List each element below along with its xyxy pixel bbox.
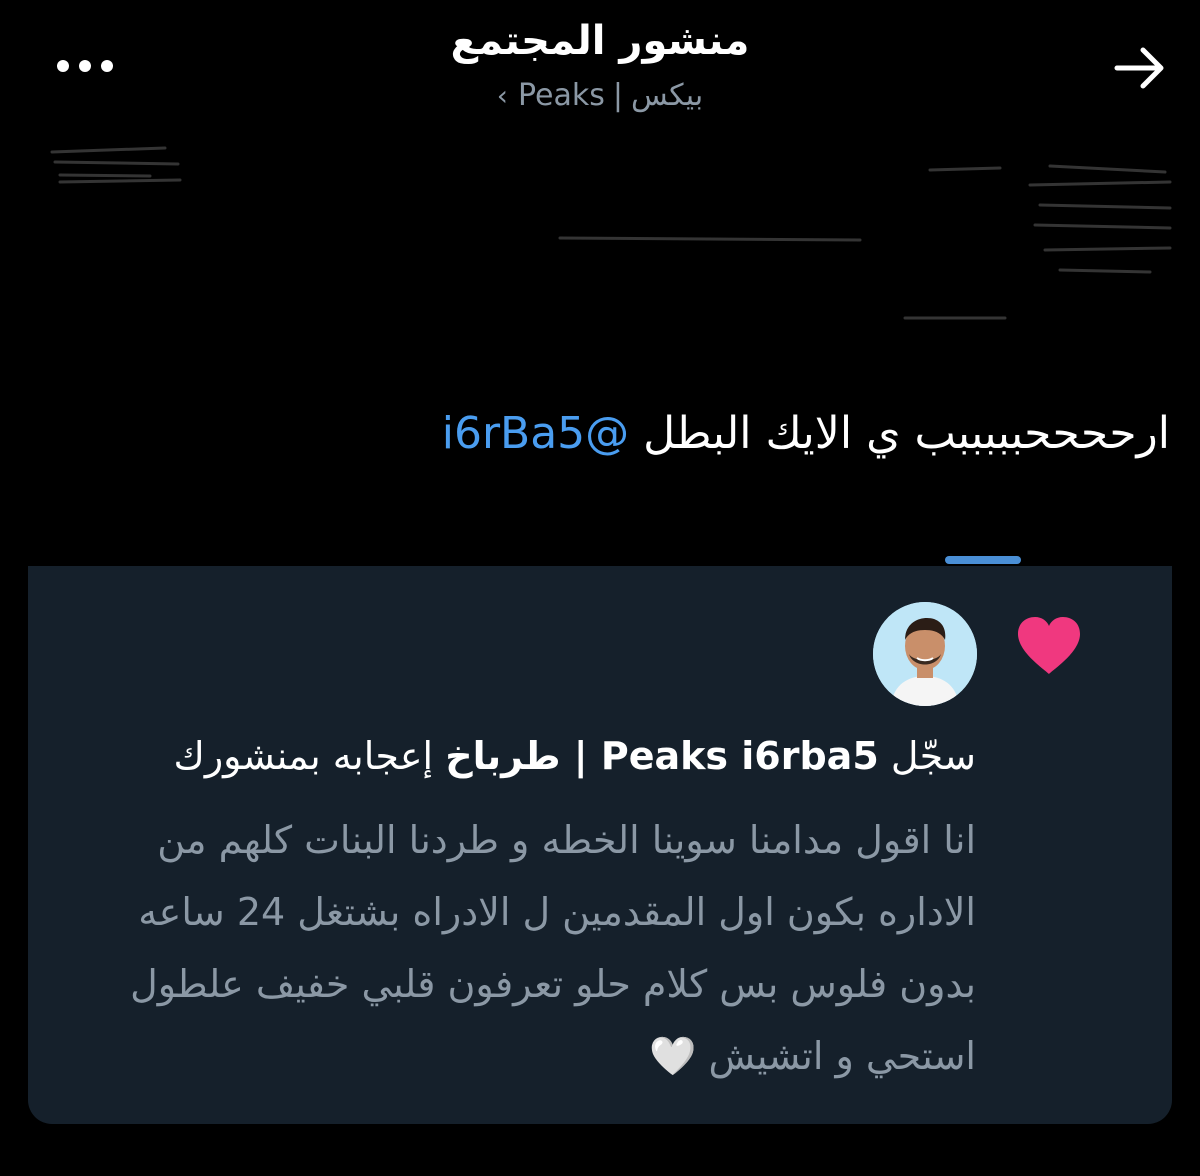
community-name-latin: Peaks [518, 78, 605, 113]
liked-post-line: استحي و اتشيش 🤍 [649, 1034, 976, 1078]
notification-line: سجّل Peaks i6rba5 | طرباخ إعجابه بمنشورك [76, 734, 976, 778]
liked-post-line: انا اقول مدامنا سوينا الخطه و طردنا البن… [157, 818, 976, 862]
breadcrumb-separator: | [612, 78, 623, 113]
avatar[interactable] [873, 602, 977, 706]
notification-suffix: إعجابه بمنشورك [173, 734, 446, 778]
mention-link[interactable]: @i6rBa5 [442, 408, 629, 459]
community-name: بيكس [630, 78, 704, 113]
more-horizontal-icon [57, 60, 113, 72]
notification-prefix: سجّل [878, 734, 976, 778]
header: منشور المجتمع ‹ Peaks | بيكس [0, 0, 1200, 140]
scroll-indicator [945, 556, 1021, 564]
redacted-content [50, 146, 1172, 320]
liker-name[interactable]: Peaks i6rba5 | طرباخ [445, 734, 879, 778]
page-title: منشور المجتمع [450, 18, 750, 64]
liked-post-text: انا اقول مدامنا سوينا الخطه و طردنا البن… [56, 804, 976, 1092]
forward-button[interactable] [1105, 40, 1175, 96]
more-options-button[interactable] [50, 44, 120, 88]
tweet-text: ارححححبببببب ي الايك البطل @i6rBa5 [70, 408, 1170, 461]
community-breadcrumb[interactable]: ‹ Peaks | بيكس [300, 78, 900, 113]
like-notification-card[interactable]: سجّل Peaks i6rba5 | طرباخ إعجابه بمنشورك… [28, 566, 1172, 1124]
heart-icon [1018, 617, 1080, 674]
liked-post-line: بدون فلوس بس كلام حلو تعرفون قلبي خفيف ع… [130, 962, 976, 1006]
liked-post-line: الاداره بكون اول المقدمين ل الادراه بشتغ… [138, 890, 976, 934]
arrow-right-icon [1114, 47, 1164, 89]
chevron-left-icon: ‹ [496, 79, 508, 112]
tweet-body: ارححححبببببب ي الايك البطل [629, 408, 1170, 459]
